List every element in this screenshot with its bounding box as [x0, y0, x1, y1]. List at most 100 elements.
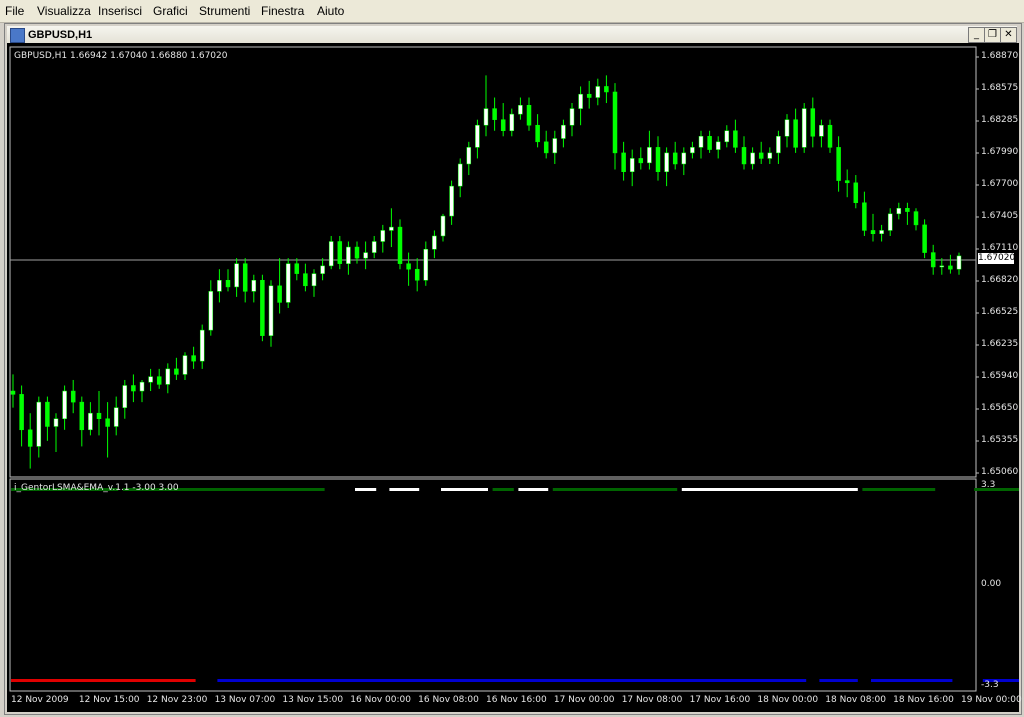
- candle-body: [432, 235, 437, 250]
- menu-grafici[interactable]: Grafici: [153, 4, 188, 18]
- candle-body: [492, 108, 497, 120]
- candle-body: [853, 182, 859, 203]
- price-tick-label: 1.65940: [981, 371, 1019, 381]
- candle-body: [96, 412, 102, 419]
- candle-body: [475, 124, 480, 148]
- price-tick-label: 1.66235: [981, 339, 1019, 349]
- candle-body: [346, 246, 351, 264]
- window-titlebar[interactable]: GBPUSD,H1 _ ❐ ✕: [7, 26, 1017, 44]
- restore-button[interactable]: ❐: [984, 27, 1001, 43]
- candle-body: [62, 390, 67, 419]
- indicator-top-segment: [862, 488, 936, 491]
- candle-body: [569, 108, 575, 126]
- candle-body: [225, 280, 231, 288]
- indicator-top-segment: [552, 488, 678, 491]
- candle-body: [242, 263, 248, 292]
- indicator-top-segment: [441, 488, 488, 491]
- candle-body: [148, 376, 153, 383]
- menu-finestra[interactable]: Finestra: [261, 4, 304, 18]
- candle-body: [750, 152, 755, 165]
- menu-visualizza[interactable]: Visualizza: [37, 4, 91, 18]
- menu-aiuto[interactable]: Aiuto: [317, 4, 344, 18]
- candle-body: [53, 418, 59, 427]
- indicator-pane-label: i_GentorLSMA&EMA_v.1.1 -3.00 3.00: [14, 483, 179, 493]
- time-tick-label: 12 Nov 2009: [11, 695, 69, 705]
- candle-body: [543, 141, 549, 154]
- indicator-pane-border: [9, 478, 977, 692]
- candle-body: [328, 241, 334, 267]
- time-tick-label: 19 Nov 00:00: [961, 695, 1022, 705]
- menu-bar: File Visualizza Inserisci Grafici Strume…: [0, 0, 1024, 23]
- candle-body: [578, 93, 583, 109]
- candle-body: [819, 124, 824, 137]
- candle-body: [801, 108, 807, 148]
- candle-body: [423, 249, 429, 281]
- candle-body: [913, 211, 919, 226]
- candle-body: [784, 119, 790, 137]
- candle-body: [810, 108, 816, 137]
- candle-body: [561, 124, 566, 139]
- price-tick-label: 1.68285: [981, 115, 1019, 125]
- candle-body: [758, 152, 764, 159]
- candle-body: [251, 280, 257, 292]
- candle-body: [88, 412, 93, 431]
- candle-body: [604, 86, 609, 93]
- candle-body: [586, 93, 592, 98]
- menu-file[interactable]: File: [5, 4, 24, 18]
- menu-strumenti[interactable]: Strumenti: [199, 4, 250, 18]
- close-button[interactable]: ✕: [1000, 27, 1017, 43]
- candle-body: [27, 429, 33, 447]
- candle-body: [182, 355, 188, 375]
- candle-body: [139, 381, 145, 392]
- price-tick-label: 1.66820: [981, 275, 1019, 285]
- candle-body: [483, 108, 489, 126]
- candle-body: [217, 280, 222, 292]
- candle-body: [526, 105, 532, 126]
- price-pane-label: GBPUSD,H1 1.66942 1.67040 1.66880 1.6702…: [14, 51, 228, 61]
- indicator-axis-mid: 0.00: [981, 579, 1002, 589]
- price-tick-label: 1.68870: [981, 51, 1019, 61]
- candle-body: [733, 130, 738, 148]
- candle-body: [793, 119, 798, 148]
- candle-body: [741, 147, 747, 165]
- candle-body: [156, 376, 162, 385]
- candle-body: [363, 252, 368, 259]
- indicator-top-segment: [389, 488, 420, 491]
- time-tick-label: 18 Nov 16:00: [893, 695, 954, 705]
- candle-body: [268, 285, 274, 336]
- time-tick-label: 12 Nov 15:00: [78, 695, 140, 705]
- candle-body: [165, 368, 171, 385]
- candle-body: [724, 130, 730, 143]
- minimize-button[interactable]: _: [968, 27, 985, 43]
- chart-canvas[interactable]: GBPUSD,H1 1.66942 1.67040 1.66880 1.6702…: [7, 43, 1022, 712]
- candle-body: [457, 163, 463, 187]
- candle-body: [70, 390, 76, 403]
- candle-body: [776, 136, 781, 154]
- time-tick-label: 13 Nov 15:00: [282, 695, 344, 705]
- indicator-bottom-segment: [11, 679, 196, 682]
- candle-body: [79, 401, 85, 431]
- candle-body: [939, 265, 945, 268]
- candle-body: [715, 141, 721, 150]
- candle-body: [311, 273, 317, 287]
- indicator-lines: [11, 488, 1019, 682]
- current-price-badge: 1.67020: [978, 253, 1016, 264]
- candle-body: [466, 147, 472, 165]
- candle-body: [406, 263, 411, 270]
- candle-body: [948, 265, 953, 270]
- candle-body: [113, 407, 119, 427]
- candle-body: [518, 105, 523, 115]
- candle-body: [879, 230, 884, 235]
- price-tick-label: 1.65060: [981, 467, 1019, 477]
- menu-inserisci[interactable]: Inserisci: [98, 4, 142, 18]
- candle-body: [320, 265, 325, 274]
- candle-body: [655, 147, 661, 172]
- candle-body: [707, 136, 712, 150]
- candle-body: [285, 263, 291, 303]
- time-tick-label: 13 Nov 07:00: [214, 695, 276, 705]
- candle-body: [10, 390, 16, 395]
- candle-body: [509, 113, 515, 131]
- price-tick-label: 1.67990: [981, 147, 1019, 157]
- candle-body: [277, 285, 282, 303]
- candle-body: [905, 208, 910, 212]
